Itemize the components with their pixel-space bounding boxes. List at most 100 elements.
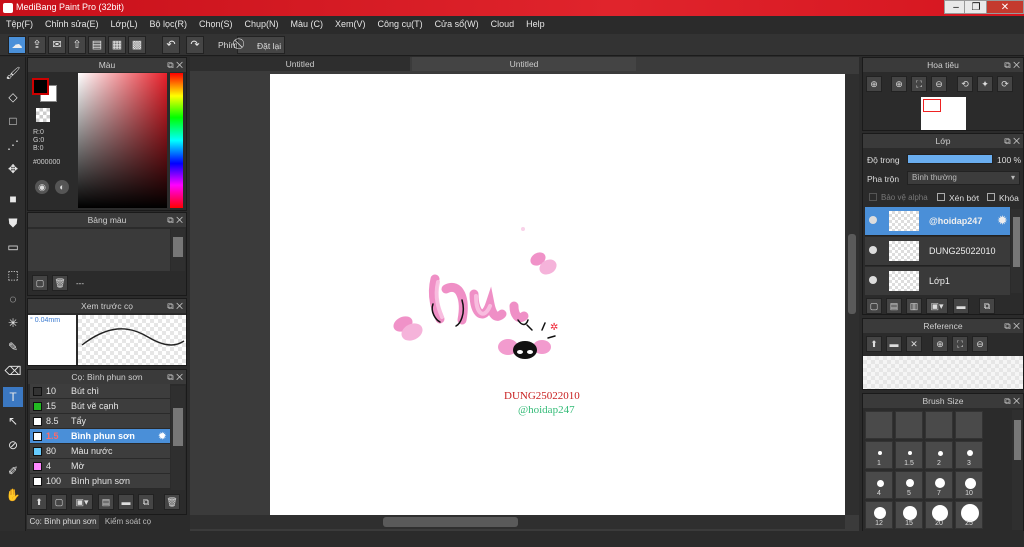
menu-filter[interactable]: Bộ lọc(R) — [143, 16, 193, 29]
brush-item[interactable]: 15 Bút vẽ cạnh — [30, 399, 170, 414]
layer-row[interactable]: Lớp1 — [865, 267, 1010, 295]
brush-item[interactable]: 8.5 Tẩy — [30, 414, 170, 429]
menu-layer[interactable]: Lớp(L) — [105, 16, 144, 29]
reference-upload-icon[interactable]: ⬆ — [866, 336, 882, 352]
select-eraser-icon[interactable]: ⌫ — [3, 361, 23, 381]
clip-checkbox[interactable] — [937, 193, 945, 201]
divide-tool-icon[interactable]: ⊘ — [3, 435, 23, 455]
fit-icon[interactable]: ⛶ — [911, 76, 927, 92]
reference-zoom-out-icon[interactable]: ⊖ — [972, 336, 988, 352]
new-layer-icon[interactable]: ▢ — [866, 298, 882, 314]
hand-tool-icon[interactable]: ✋ — [3, 485, 23, 505]
layer-row[interactable]: DUNG25022010 — [865, 237, 1010, 266]
visibility-icon[interactable] — [869, 276, 877, 284]
reset-button[interactable]: ⃠ Đặt lại — [237, 36, 285, 54]
brush-item[interactable]: 1.5 Bình phun sơn ✹ — [30, 429, 170, 444]
zoom-in-icon[interactable]: ⊕ — [866, 76, 882, 92]
add-brush-icon[interactable]: ⬆ — [31, 494, 47, 510]
dot-tool-icon[interactable]: ⋰ — [3, 135, 23, 155]
rotate-left-icon[interactable]: ⟲ — [957, 76, 973, 92]
layer-row[interactable]: @hoidap247 ✹ — [865, 207, 1010, 236]
brush-size-cell[interactable]: 7 — [925, 471, 953, 499]
menu-select[interactable]: Chọn(S) — [193, 16, 239, 29]
panel-buttons[interactable]: ⧉ ✕ — [1004, 319, 1020, 333]
brush-size-cell[interactable] — [925, 411, 953, 439]
delete-brush-icon[interactable]: 🗑 — [164, 494, 180, 510]
magic-wand-icon[interactable]: ✳ — [3, 313, 23, 333]
lock-checkbox[interactable] — [987, 193, 995, 201]
panel-buttons[interactable]: ⧉ ✕ — [1004, 394, 1020, 408]
navigator-thumbnail[interactable] — [921, 97, 966, 130]
menu-file[interactable]: Tệp(F) — [0, 16, 39, 29]
protect-alpha-checkbox[interactable] — [869, 193, 877, 201]
drawing-canvas[interactable]: ✲ DUNG25022010 @hoidap247 — [270, 74, 845, 515]
grid-icon[interactable]: ▩ — [128, 36, 146, 54]
bucket-tool-icon[interactable]: ⛊ — [3, 213, 23, 233]
eraser-tool-icon[interactable]: ◇ — [3, 87, 23, 107]
brush-size-cell[interactable]: 20 — [925, 501, 953, 529]
brush-scrollbar[interactable] — [171, 386, 185, 490]
tab-brush-control[interactable]: Kiểm soát cọ — [100, 515, 156, 529]
document-icon[interactable]: ▤ — [88, 36, 106, 54]
upload-icon[interactable]: ⇪ — [28, 36, 46, 54]
folder-icon[interactable]: ▬ — [118, 494, 134, 510]
menu-cloud[interactable]: Cloud — [485, 16, 521, 29]
opacity-slider[interactable] — [907, 154, 993, 164]
layer-scrollbar[interactable] — [1011, 209, 1022, 293]
reset-view-icon[interactable]: ✦ — [977, 76, 993, 92]
visibility-icon[interactable] — [869, 246, 877, 254]
panel-buttons[interactable]: ⧉ ✕ — [167, 213, 183, 227]
brush-size-cell[interactable] — [865, 411, 893, 439]
brush-size-cell[interactable]: 4 — [865, 471, 893, 499]
brush-item[interactable]: 100 Bình phun sơn — [30, 474, 170, 489]
new-palette-icon[interactable]: ▢ — [32, 275, 48, 291]
menu-view[interactable]: Xem(V) — [329, 16, 372, 29]
reference-area[interactable] — [863, 356, 1023, 389]
menu-help[interactable]: Help — [520, 16, 551, 29]
maximize-button[interactable]: ❐ — [964, 0, 988, 14]
new-brush-icon[interactable]: ▢ — [51, 494, 67, 510]
share-icon[interactable]: ⇧ — [68, 36, 86, 54]
tab-brush[interactable]: Cọ: Bình phun sơn — [27, 515, 99, 529]
transparent-color[interactable] — [36, 108, 50, 122]
duplicate-icon[interactable]: ⧉ — [138, 494, 154, 510]
brush-size-cell[interactable]: 1.5 — [895, 441, 923, 469]
brush-size-cell[interactable]: 25 — [955, 501, 983, 529]
zoom-in-2-icon[interactable]: ⊕ — [891, 76, 907, 92]
brush-size-cell[interactable]: 5 — [895, 471, 923, 499]
visibility-icon[interactable] — [869, 216, 877, 224]
move-tool-icon[interactable]: ✥ — [3, 159, 23, 179]
panel-buttons[interactable]: ⧉ ✕ — [167, 299, 183, 313]
panel-buttons[interactable]: ⧉ ✕ — [167, 370, 183, 384]
lasso-tool-icon[interactable]: ◌ — [3, 289, 23, 309]
gallery-icon[interactable]: ▦ — [108, 36, 126, 54]
menu-edit[interactable]: Chỉnh sửa(E) — [39, 16, 105, 29]
menu-tools[interactable]: Công cụ(T) — [372, 16, 429, 29]
reference-open-icon[interactable]: ▬ — [886, 336, 902, 352]
rotate-right-icon[interactable]: ⟳ — [997, 76, 1013, 92]
vertical-scrollbar[interactable] — [845, 74, 859, 515]
brush-menu-icon[interactable]: ▣▾ — [71, 494, 93, 510]
layer-duplicate-icon[interactable]: ⧉ — [979, 298, 995, 314]
hue-slider[interactable] — [170, 73, 183, 208]
operation-tool-icon[interactable]: ↖ — [3, 411, 23, 431]
tab-untitled-2[interactable]: Untitled — [412, 57, 636, 71]
reference-close-icon[interactable]: ✕ — [906, 336, 922, 352]
brush-item[interactable]: 4 Mờ — [30, 459, 170, 474]
brush-size-cell[interactable]: 12 — [865, 501, 893, 529]
eyedropper-tool-icon[interactable]: ✐ — [3, 461, 23, 481]
blend-select[interactable]: Bình thường ▾ — [907, 171, 1020, 185]
menu-color[interactable]: Màu (C) — [285, 16, 330, 29]
undo-icon[interactable]: ↶ — [162, 36, 180, 54]
foreground-color[interactable] — [32, 78, 49, 95]
brush-item[interactable]: 80 Màu nước — [30, 444, 170, 459]
brush-size-cell[interactable]: 2 — [925, 441, 953, 469]
brush-size-cell[interactable] — [955, 411, 983, 439]
brush-size-cell[interactable]: 3 — [955, 441, 983, 469]
delete-palette-icon[interactable]: 🗑 — [52, 275, 68, 291]
select-pen-icon[interactable]: ✎ — [3, 337, 23, 357]
gear-icon[interactable]: ✹ — [158, 429, 166, 444]
new-layer-3-icon[interactable]: ▥ — [906, 298, 922, 314]
rect-tool-icon[interactable]: □ — [3, 111, 23, 131]
layer-folder-icon[interactable]: ▬ — [953, 298, 969, 314]
